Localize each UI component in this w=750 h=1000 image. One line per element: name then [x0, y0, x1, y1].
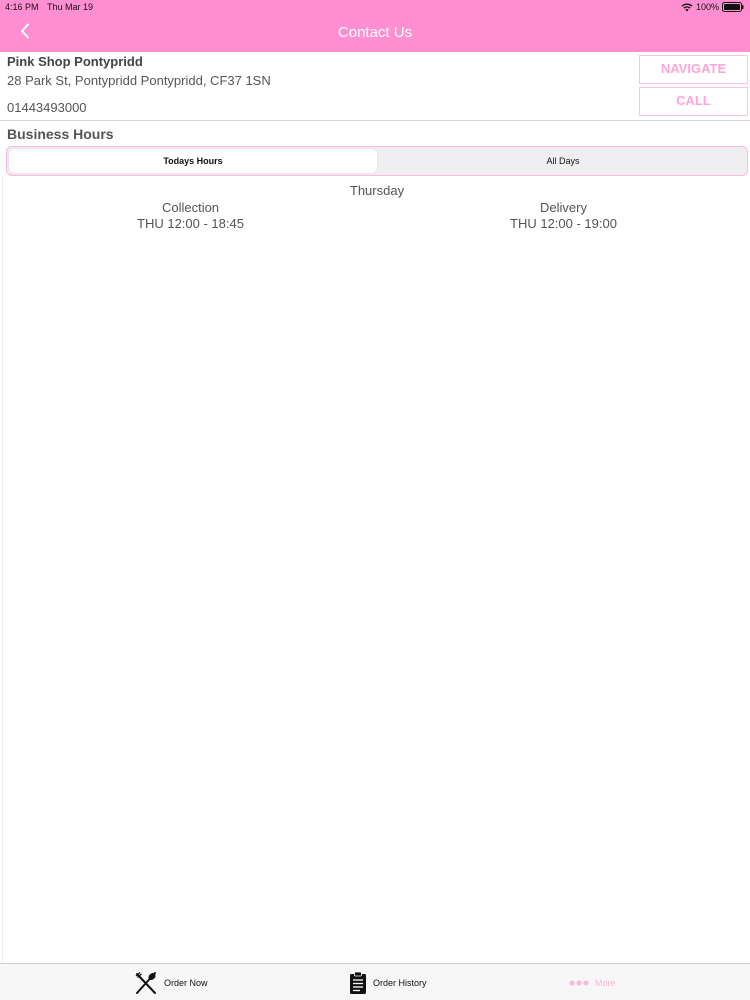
page-title: Contact Us: [337, 24, 413, 41]
call-button[interactable]: CALL: [639, 87, 748, 116]
collection-time: THU 12:00 - 18:45: [137, 216, 244, 231]
fork-knife-icon: [134, 971, 158, 995]
delivery-label: Delivery: [540, 200, 587, 215]
delivery-hours: Delivery THU 12:00 - 19:00: [376, 200, 750, 232]
day-label: Thursday: [349, 183, 405, 198]
tab-all-days[interactable]: All Days: [379, 147, 747, 175]
tab-todays-hours[interactable]: Todays Hours: [9, 149, 377, 173]
header-bar: 4:16 PM Thu Mar 19 100% Contact Us: [0, 0, 750, 52]
tab-order-history-label: Order History: [373, 977, 427, 988]
battery-percent: 100%: [695, 2, 719, 12]
contact-us-screen: 4:16 PM Thu Mar 19 100% Contact Us Pink …: [0, 0, 750, 1000]
tab-order-now[interactable]: Order Now: [134, 964, 208, 1000]
divider: [0, 120, 750, 121]
store-phone: 01443493000: [7, 100, 87, 115]
business-hours-title: Business Hours: [7, 126, 114, 142]
status-time: 4:16 PM: [5, 2, 39, 12]
wifi-icon: [681, 3, 693, 12]
tab-order-now-label: Order Now: [164, 977, 208, 988]
status-date: Thu Mar 19: [47, 2, 94, 12]
collection-hours: Collection THU 12:00 - 18:45: [3, 200, 378, 232]
battery-icon: [722, 2, 744, 12]
status-indicators: 100%: [681, 1, 744, 13]
delivery-time: THU 12:00 - 19:00: [510, 216, 617, 231]
clipboard-icon: [349, 971, 367, 995]
edge-divider: [2, 176, 3, 963]
hours-segmented-control: Todays Hours All Days: [6, 146, 748, 176]
collection-label: Collection: [161, 200, 220, 215]
store-name: Pink Shop Pontypridd: [7, 54, 143, 69]
store-address: 28 Park St, Pontypridd Pontypridd, CF37 …: [7, 73, 271, 88]
tab-more[interactable]: More: [569, 964, 616, 1000]
bottom-tab-bar: Order Now Order History More: [0, 963, 750, 1000]
navigate-button[interactable]: NAVIGATE: [639, 55, 748, 84]
tab-more-label: More: [595, 977, 616, 988]
tab-order-history[interactable]: Order History: [349, 964, 427, 1000]
more-dots-icon: [569, 979, 589, 987]
